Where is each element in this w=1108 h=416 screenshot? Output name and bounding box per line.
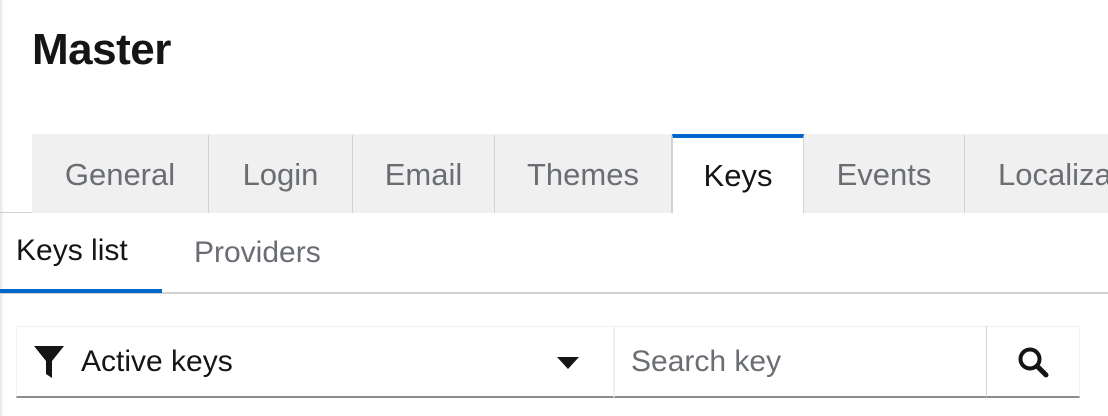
subtab-keys-list[interactable]: Keys list [0, 213, 162, 293]
sub-tabs: Keys list Providers [0, 213, 353, 293]
tab-general[interactable]: General [32, 134, 209, 213]
tab-events[interactable]: Events [804, 134, 965, 213]
tab-email[interactable]: Email [353, 134, 495, 213]
keys-toolbar: Active keys [16, 326, 1080, 398]
search-field [614, 326, 986, 398]
tab-keys[interactable]: Keys [672, 134, 804, 213]
left-edge-shadow [0, 0, 4, 416]
page-title: Master [32, 25, 171, 74]
tab-themes[interactable]: Themes [495, 134, 672, 213]
page: Master General Login Email Themes Keys E… [0, 0, 1108, 416]
caret-down-icon [557, 357, 579, 369]
search-icon [1018, 347, 1049, 377]
tab-login[interactable]: Login [209, 134, 353, 213]
search-button[interactable] [986, 326, 1080, 398]
tab-localization[interactable]: Localiza [965, 134, 1108, 213]
search-input[interactable] [631, 344, 971, 379]
filter-selected-value: Active keys [81, 344, 233, 378]
subtab-providers[interactable]: Providers [162, 213, 353, 293]
filter-icon [34, 346, 64, 378]
main-tabs: General Login Email Themes Keys Events L… [32, 134, 1108, 213]
key-filter-select[interactable]: Active keys [16, 326, 614, 398]
